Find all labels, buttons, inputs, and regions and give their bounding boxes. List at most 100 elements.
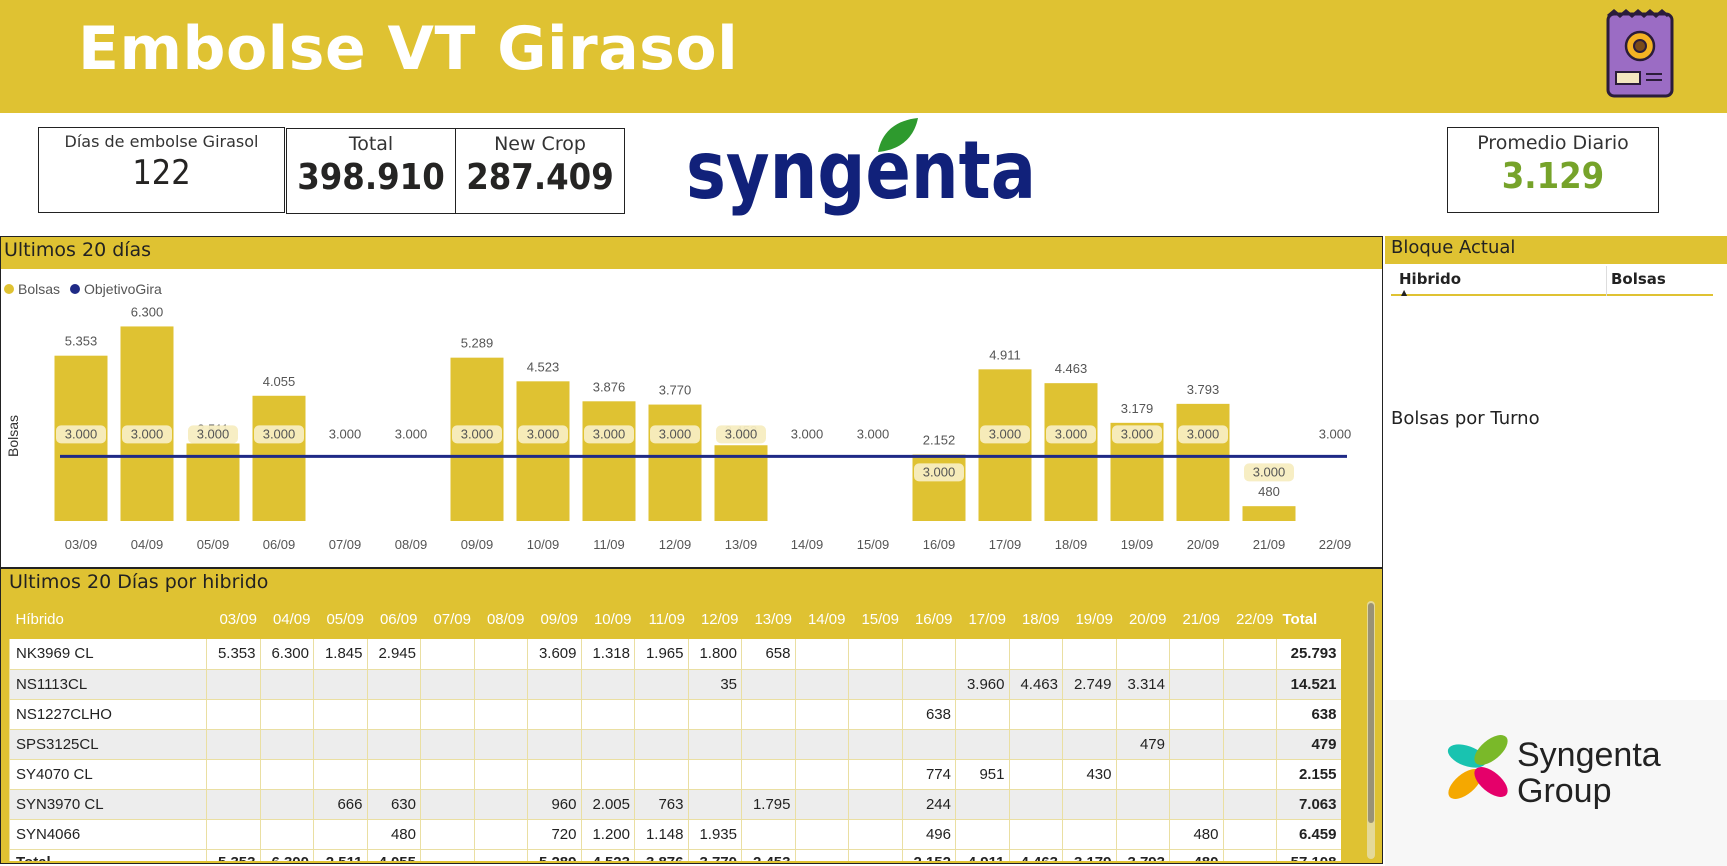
col-date-header[interactable]: 16/09 (902, 599, 956, 639)
kpi-new-crop-label: New Crop (494, 133, 586, 155)
col-date-header[interactable]: 06/09 (367, 599, 421, 639)
table-cell: 5.289 (527, 848, 581, 861)
col-date-header[interactable]: 20/09 (1116, 599, 1170, 639)
col-hibrido-header[interactable]: Híbrido (9, 599, 207, 639)
table-cell (313, 729, 367, 760)
table-title: Ultimos 20 Días por hibrido (9, 571, 269, 593)
table-cell: 3.876 (634, 848, 688, 861)
table-cell (848, 759, 902, 790)
bar-17/09 (978, 369, 1032, 521)
objetivo-data-label: 3.000 (593, 426, 626, 441)
bar-18/09 (1044, 383, 1098, 521)
table-cell (1169, 729, 1223, 760)
row-total-cell: 14.521 (1276, 669, 1341, 700)
table-cell (741, 759, 795, 790)
col-bolsas-header[interactable]: Bolsas (1611, 270, 1666, 288)
legend-objetivo-label: ObjetivoGira (84, 281, 162, 297)
table-cell (741, 699, 795, 730)
sort-ascending-icon[interactable]: ▲ (1401, 288, 1407, 297)
col-date-header[interactable]: 08/09 (474, 599, 528, 639)
objetivo-data-label: 3.000 (923, 464, 956, 479)
syngenta-group-logo: Syngenta Group (1447, 735, 1661, 810)
table-cell (259, 789, 314, 820)
table-cell (634, 699, 688, 730)
x-tick-label: 20/09 (1187, 537, 1220, 552)
table-cell (366, 699, 421, 730)
kpi-new-crop-value: 287.409 (466, 157, 614, 198)
table-cell: 630 (366, 789, 421, 820)
table-cell (1222, 759, 1277, 790)
kpi-dias-embolse: Días de embolse Girasol 122 (38, 127, 285, 213)
objetivo-data-label: 3.000 (131, 426, 164, 441)
table-cell (634, 729, 688, 760)
group-logo-line1: Syngenta (1517, 736, 1661, 774)
col-date-header[interactable]: 21/09 (1169, 599, 1223, 639)
col-date-header[interactable]: 05/09 (313, 599, 367, 639)
kpi-dias-value: 122 (132, 153, 191, 193)
bar-data-label: 3.793 (1187, 382, 1220, 397)
table-cell: 2.453 (741, 848, 795, 861)
row-total-cell: 25.793 (1276, 639, 1341, 670)
col-date-header[interactable]: 22/09 (1223, 599, 1277, 639)
table-cell (1222, 669, 1277, 700)
table-cell (1062, 729, 1116, 760)
table-cell (1115, 699, 1170, 730)
table-cell: 4.055 (366, 848, 421, 861)
table-panel: Ultimos 20 Días por hibrido Híbrido 03/09… (0, 568, 1383, 864)
table-cell: 1.795 (741, 789, 795, 820)
table-scroll-thumb[interactable] (1368, 603, 1374, 823)
objetivo-data-label: 3.000 (395, 426, 428, 441)
seed-bag-icon (1606, 9, 1674, 98)
table-cell: 1.318 (580, 639, 635, 670)
table-cell (366, 759, 421, 790)
table-cell (473, 819, 528, 850)
bar-21/09 (1242, 506, 1296, 521)
bloque-actual-title: Bloque Actual (1385, 236, 1727, 264)
row-total-cell: 479 (1276, 729, 1341, 760)
bar-06/09 (252, 395, 306, 521)
table-row: SYN3970 CL 666 630 960 2.005 763 1.795 244 7.063 (9, 789, 1341, 820)
table-cell (473, 789, 528, 820)
row-hybrid-name: NK3969 CL (9, 639, 207, 670)
col-date-header[interactable]: 13/09 (741, 599, 795, 639)
bar-11/09 (582, 401, 636, 521)
table-cell (313, 699, 367, 730)
col-date-header[interactable]: 03/09 (206, 599, 260, 639)
col-date-header[interactable]: 17/09 (955, 599, 1009, 639)
table-cell (1008, 729, 1063, 760)
table-cell (687, 699, 742, 730)
x-tick-label: 21/09 (1253, 537, 1286, 552)
col-date-header[interactable]: 09/09 (527, 599, 581, 639)
col-date-header[interactable]: 04/09 (260, 599, 314, 639)
col-date-header[interactable]: 14/09 (795, 599, 849, 639)
table-cell (1008, 819, 1063, 850)
objetivo-data-label: 3.000 (1319, 426, 1352, 441)
table-cell (1169, 699, 1223, 730)
table-cell: 4.911 (955, 848, 1009, 861)
col-date-header[interactable]: 18/09 (1009, 599, 1063, 639)
col-date-header[interactable]: 12/09 (688, 599, 742, 639)
objetivo-data-label: 3.000 (197, 426, 230, 441)
col-date-header[interactable]: 19/09 (1062, 599, 1116, 639)
row-total-cell: 638 (1276, 699, 1341, 730)
table-cell (206, 789, 260, 820)
col-date-header[interactable]: 15/09 (848, 599, 902, 639)
table-cell (259, 669, 314, 700)
table-cell (420, 759, 474, 790)
table-cell (420, 669, 474, 700)
table-cell (1222, 699, 1277, 730)
table-cell (687, 759, 742, 790)
bloque-table-header: Hibrido ▲ Bolsas (1391, 266, 1713, 297)
col-hibrido-header[interactable]: Hibrido (1399, 270, 1461, 288)
bar-data-label: 480 (1258, 484, 1280, 499)
objetivo-data-label: 3.000 (725, 426, 758, 441)
col-date-header[interactable]: 07/09 (420, 599, 474, 639)
table-cell (848, 699, 902, 730)
col-total-header[interactable]: Total (1276, 599, 1341, 639)
hybrid-table: Híbrido 03/09 04/09 05/09 06/09 07/09 08/09 09/… (9, 599, 1341, 861)
table-cell (1008, 639, 1063, 670)
table-cell (420, 729, 474, 760)
col-date-header[interactable]: 11/09 (634, 599, 688, 639)
objetivo-data-label: 3.000 (1121, 426, 1154, 441)
col-date-header[interactable]: 10/09 (581, 599, 635, 639)
